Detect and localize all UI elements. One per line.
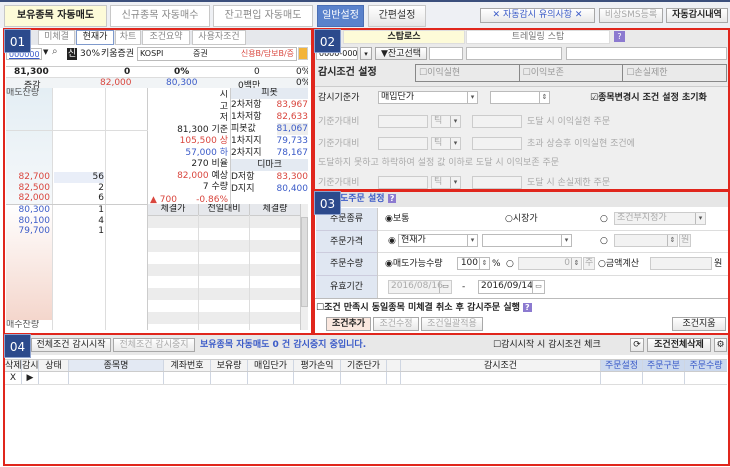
section-label-03: 03 xyxy=(314,191,341,215)
section-label-01: 01 xyxy=(4,29,31,53)
tab-holding-auto-sell[interactable]: 보유종목 자동매도 xyxy=(4,5,107,27)
section-label-04: 04 xyxy=(4,334,31,358)
tab-simple-settings[interactable]: 간편설정 xyxy=(368,5,426,27)
tab-general-settings[interactable]: 일반설정 xyxy=(317,5,364,27)
tab-balance-auto-sell[interactable]: 잔고편입 자동매도 xyxy=(213,5,313,27)
auto-watch-history-button[interactable]: 자동감시내역 xyxy=(666,8,728,23)
highlight-03 xyxy=(313,190,730,335)
auto-watch-notice-button[interactable]: ✕ 자동감시 유의사항 ✕ xyxy=(480,8,595,23)
section-label-02: 02 xyxy=(314,29,341,53)
highlight-01 xyxy=(3,28,313,335)
highlight-04 xyxy=(3,333,730,466)
tab-new-auto-buy[interactable]: 신규종목 자동매수 xyxy=(110,5,210,27)
emergency-sms-button[interactable]: 비상SMS등록 xyxy=(599,8,663,23)
highlight-02 xyxy=(313,28,730,191)
